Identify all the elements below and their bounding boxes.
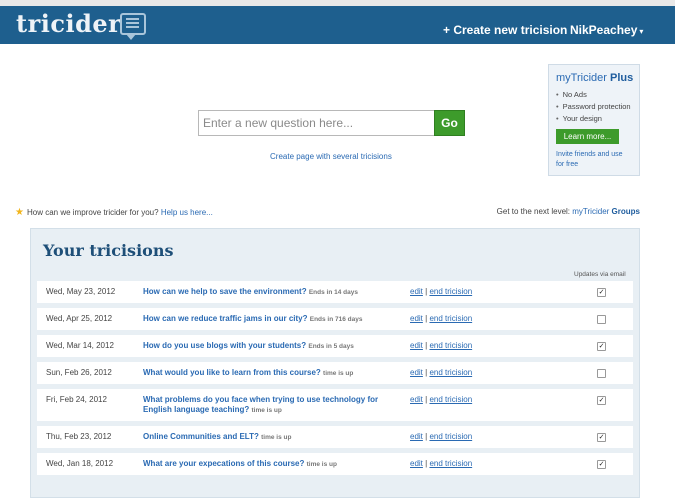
plus-feature-list: No Ads Password protection Your design [556, 89, 631, 125]
help-link[interactable]: Help us here... [161, 208, 213, 217]
row-actions: edit | end tricision [410, 341, 473, 350]
status-label: Ends in 14 days [308, 289, 358, 296]
row-actions: edit | end tricision [410, 287, 473, 296]
create-tricision-link[interactable]: + Create new tricision [443, 23, 567, 37]
email-updates-checkbox[interactable]: ✓ [597, 460, 606, 469]
plus-title: myTricider Plus [556, 72, 634, 84]
email-updates-checkbox[interactable]: ✓ [597, 396, 606, 405]
end-tricision-link[interactable]: end tricision [429, 341, 472, 350]
end-tricision-link[interactable]: end tricision [429, 287, 472, 296]
edit-link[interactable]: edit [410, 459, 423, 468]
row-actions: edit | end tricision [410, 395, 473, 404]
row-actions: edit | end tricision [410, 314, 473, 323]
email-updates-checkbox[interactable]: ✓ [597, 433, 606, 442]
question-link[interactable]: What would you like to learn from this c… [143, 368, 399, 379]
speech-bubble-icon [120, 13, 146, 40]
row-date: Wed, Mar 14, 2012 [46, 341, 114, 350]
edit-link[interactable]: edit [410, 341, 423, 350]
row-date: Wed, Jan 18, 2012 [46, 459, 114, 468]
status-label: time is up [261, 434, 292, 441]
updates-via-email-header: Updates via email [574, 271, 626, 278]
status-label: Ends in 5 days [308, 343, 354, 350]
question-link[interactable]: How can we reduce traffic jams in our ci… [143, 314, 399, 325]
table-row: Wed, Apr 25, 2012 How can we reduce traff… [37, 308, 633, 330]
feedback-bar: ★ How can we improve tricider for you? He… [15, 207, 213, 218]
end-tricision-link[interactable]: end tricision [429, 314, 472, 323]
panel-title: Your tricisions [43, 241, 174, 260]
table-row: Wed, Mar 14, 2012 How do you use blogs wi… [37, 335, 633, 357]
row-actions: edit | end tricision [410, 368, 473, 377]
tricider-logo[interactable]: tricider [16, 9, 121, 38]
go-button[interactable]: Go [434, 110, 465, 136]
plus-feature: No Ads [556, 89, 631, 101]
table-row: Thu, Feb 23, 2012 Online Communities and … [37, 426, 633, 448]
row-date: Thu, Feb 23, 2012 [46, 432, 112, 441]
multi-tricision-link[interactable]: Create page with several tricisions [270, 152, 392, 161]
end-tricision-link[interactable]: end tricision [429, 459, 472, 468]
table-row: Wed, May 23, 2012 How can we help to save… [37, 281, 633, 303]
email-updates-checkbox[interactable] [597, 315, 606, 324]
question-link[interactable]: How do you use blogs with your students?… [143, 341, 399, 352]
plus-promo-box: myTricider Plus No Ads Password protecti… [548, 64, 640, 176]
table-row: Fri, Feb 24, 2012 What problems do you fa… [37, 389, 633, 421]
end-tricision-link[interactable]: end tricision [429, 432, 472, 441]
end-tricision-link[interactable]: end tricision [429, 368, 472, 377]
edit-link[interactable]: edit [410, 432, 423, 441]
question-link[interactable]: What are your expecations of this course… [143, 459, 399, 470]
groups-link[interactable]: myTricider Groups [572, 207, 640, 216]
star-icon: ★ [15, 207, 24, 218]
question-link[interactable]: Online Communities and ELT? time is up [143, 432, 399, 443]
table-row: Sun, Feb 26, 2012 What would you like to … [37, 362, 633, 384]
user-menu[interactable]: NikPeachey ▾ [570, 23, 643, 37]
plus-feature: Your design [556, 113, 631, 125]
status-label: Ends in 716 days [309, 316, 363, 323]
edit-link[interactable]: edit [410, 287, 423, 296]
invite-friends-link[interactable]: Invite friends and use for free [556, 150, 626, 170]
next-level-promo: Get to the next level: myTricider Groups [496, 207, 640, 216]
question-link[interactable]: What problems do you face when trying to… [143, 395, 399, 416]
question-link[interactable]: How can we help to save the environment?… [143, 287, 399, 298]
edit-link[interactable]: edit [410, 395, 423, 404]
end-tricision-link[interactable]: end tricision [429, 395, 472, 404]
top-navbar: tricider + Create new tricision NikPeach… [0, 6, 675, 44]
table-row: Wed, Jan 18, 2012 What are your expecatio… [37, 453, 633, 475]
edit-link[interactable]: edit [410, 314, 423, 323]
status-label: time is up [251, 407, 282, 414]
row-date: Fri, Feb 24, 2012 [46, 395, 107, 404]
plus-feature: Password protection [556, 101, 631, 113]
status-label: time is up [323, 370, 354, 377]
row-date: Wed, May 23, 2012 [46, 287, 116, 296]
row-actions: edit | end tricision [410, 432, 473, 441]
status-label: time is up [306, 461, 337, 468]
question-input[interactable] [198, 110, 434, 136]
email-updates-checkbox[interactable]: ✓ [597, 342, 606, 351]
row-date: Sun, Feb 26, 2012 [46, 368, 112, 377]
row-date: Wed, Apr 25, 2012 [46, 314, 113, 323]
learn-more-button[interactable]: Learn more... [556, 129, 619, 144]
email-updates-checkbox[interactable]: ✓ [597, 288, 606, 297]
email-updates-checkbox[interactable] [597, 369, 606, 378]
chevron-down-icon: ▾ [639, 27, 644, 36]
row-actions: edit | end tricision [410, 459, 473, 468]
user-name: NikPeachey [570, 23, 638, 37]
edit-link[interactable]: edit [410, 368, 423, 377]
